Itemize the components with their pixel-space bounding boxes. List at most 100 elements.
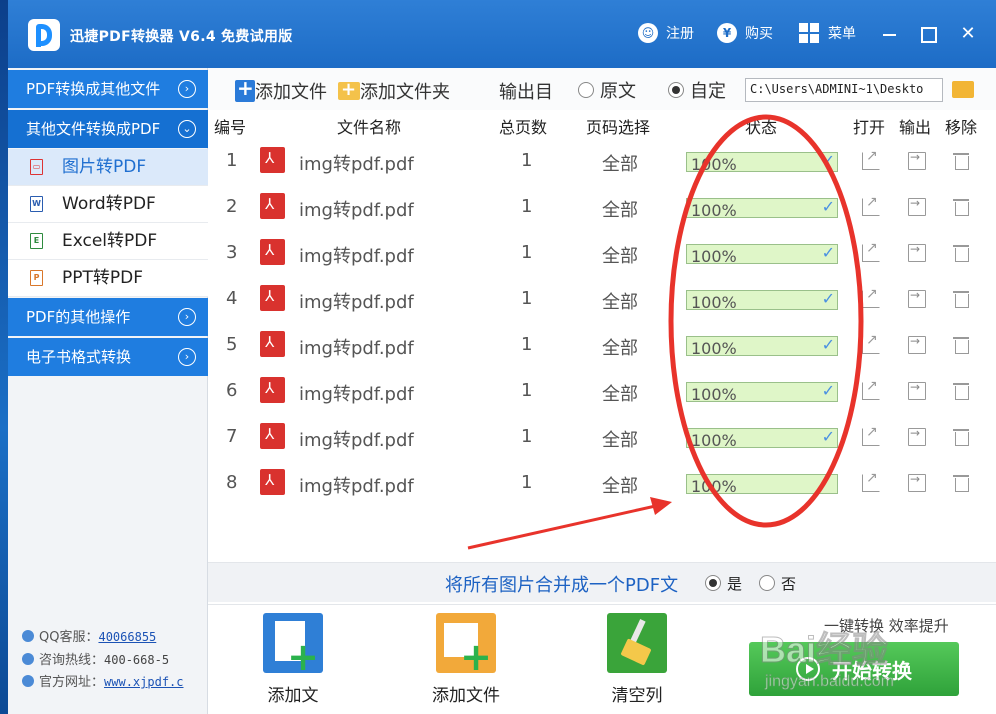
row-page-select[interactable]: 全部	[602, 334, 638, 360]
output-path-input[interactable]: C:\Users\ADMINI~1\Deskto	[745, 78, 943, 102]
row-page-select[interactable]: 全部	[602, 380, 638, 406]
merge-no-radio[interactable]: 否	[759, 573, 796, 594]
row-pages: 1	[521, 242, 533, 263]
qq-link[interactable]: 40066855	[98, 630, 156, 644]
app-logo-icon	[28, 19, 60, 51]
trash-icon[interactable]	[953, 474, 970, 492]
progress-text: 100%	[691, 201, 737, 220]
row-page-select[interactable]: 全部	[602, 288, 638, 314]
sidebar-category-ebook[interactable]: 电子书格式转换 ›	[8, 338, 208, 376]
open-file-icon[interactable]	[862, 194, 880, 216]
table-row[interactable]: 1 img转pdf.pdf 1 全部 100% ✓	[208, 138, 996, 184]
add-folder-big-button[interactable]: 添加文件	[426, 613, 506, 706]
row-pages: 1	[521, 380, 533, 401]
add-folder-big-icon	[436, 613, 496, 679]
clear-list-button[interactable]: 清空列	[604, 613, 670, 706]
add-file-icon	[235, 76, 255, 102]
row-pages: 1	[521, 334, 533, 355]
output-folder-icon[interactable]	[908, 242, 926, 262]
sidebar-item-ppt-to-pdf[interactable]: P PPT转PDF	[8, 260, 208, 297]
image-file-icon: ▭	[30, 159, 43, 175]
progress-bar: 100% ✓	[686, 289, 838, 312]
output-folder-icon[interactable]	[908, 380, 926, 400]
row-index: 5	[226, 334, 238, 355]
word-file-icon: W	[30, 196, 43, 212]
close-button[interactable]: ✕	[956, 22, 980, 46]
sidebar-category-other-to-pdf[interactable]: 其他文件转换成PDF ⌄	[8, 110, 208, 148]
contact-qq: QQ客服：40066855	[22, 626, 156, 645]
row-file-name: img转pdf.pdf	[299, 292, 414, 313]
row-file-name: img转pdf.pdf	[299, 246, 414, 267]
table-row[interactable]: 7 img转pdf.pdf 1 全部 100% ✓	[208, 414, 996, 460]
open-file-icon[interactable]	[862, 424, 880, 446]
open-file-icon[interactable]	[862, 332, 880, 354]
sidebar-category-pdf-other-ops[interactable]: PDF的其他操作 ›	[8, 298, 208, 336]
add-file-big-button[interactable]: 添加文	[258, 613, 328, 706]
open-file-icon[interactable]	[862, 148, 880, 170]
row-page-select[interactable]: 全部	[602, 472, 638, 498]
maximize-button[interactable]	[916, 22, 940, 46]
trash-icon[interactable]	[953, 198, 970, 216]
trash-icon[interactable]	[953, 336, 970, 354]
row-page-select[interactable]: 全部	[602, 426, 638, 452]
col-header-page-select: 页码选择	[586, 118, 651, 137]
trash-icon[interactable]	[953, 152, 970, 170]
register-button[interactable]: ☺ 注册	[638, 22, 694, 44]
trash-icon[interactable]	[953, 290, 970, 308]
output-folder-icon[interactable]	[908, 288, 926, 308]
output-folder-icon[interactable]	[908, 334, 926, 354]
sidebar-item-excel-to-pdf[interactable]: E Excel转PDF	[8, 223, 208, 260]
open-file-icon[interactable]	[862, 470, 880, 492]
output-folder-icon[interactable]	[908, 196, 926, 216]
table-row[interactable]: 5 img转pdf.pdf 1 全部 100% ✓	[208, 322, 996, 368]
table-row[interactable]: 4 img转pdf.pdf 1 全部 100% ✓	[208, 276, 996, 322]
add-folder-label: 添加文件夹	[360, 82, 450, 103]
sidebar-item-image-to-pdf[interactable]: ▭ 图片转PDF	[8, 149, 208, 186]
trash-icon[interactable]	[953, 244, 970, 262]
row-page-select[interactable]: 全部	[602, 196, 638, 222]
radio-button	[759, 575, 775, 591]
table-row[interactable]: 2 img转pdf.pdf 1 全部 100% ✓	[208, 184, 996, 230]
menu-button[interactable]: 菜单	[799, 22, 856, 44]
radio-original[interactable]: 原文	[578, 77, 636, 103]
table-row[interactable]: 6 img转pdf.pdf 1 全部 100% ✓	[208, 368, 996, 414]
contact-hotline: 咨询热线：400-668-5	[22, 649, 169, 668]
table-row[interactable]: 3 img转pdf.pdf 1 全部 100% ✓	[208, 230, 996, 276]
row-pages: 1	[521, 288, 533, 309]
radio-custom[interactable]: 自定	[668, 77, 726, 103]
row-page-select[interactable]: 全部	[602, 242, 638, 268]
output-folder-icon[interactable]	[908, 472, 926, 492]
sidebar-category-label: 其他文件转换成PDF	[26, 120, 161, 138]
sidebar-item-word-to-pdf[interactable]: W Word转PDF	[8, 186, 208, 223]
row-file-name: img转pdf.pdf	[299, 430, 414, 451]
trash-icon[interactable]	[953, 428, 970, 446]
progress-text: 100%	[691, 339, 737, 358]
output-folder-icon[interactable]	[908, 150, 926, 170]
output-folder-icon[interactable]	[908, 426, 926, 446]
add-file-button[interactable]: 添加文件	[235, 76, 327, 104]
trash-icon[interactable]	[953, 382, 970, 400]
pdf-file-icon	[260, 331, 285, 357]
buy-button[interactable]: ¥ 购买	[717, 22, 773, 44]
col-header-index: 编号	[214, 118, 247, 137]
minimize-button[interactable]	[878, 22, 902, 46]
progress-text: 100%	[691, 247, 737, 266]
open-file-icon[interactable]	[862, 378, 880, 400]
open-file-icon[interactable]	[862, 240, 880, 262]
add-folder-button[interactable]: 添加文件夹	[338, 78, 450, 104]
excel-file-icon: E	[30, 233, 43, 249]
row-page-select[interactable]: 全部	[602, 150, 638, 176]
browse-folder-icon[interactable]	[952, 81, 974, 98]
sidebar-item-label: Excel转PDF	[62, 231, 158, 251]
play-icon	[796, 657, 820, 681]
merge-yes-radio[interactable]: 是	[705, 573, 742, 594]
pdf-file-icon	[260, 377, 285, 403]
sidebar-category-pdf-to-other[interactable]: PDF转换成其他文件 ›	[8, 70, 208, 108]
person-icon: ☺	[638, 23, 658, 43]
open-file-icon[interactable]	[862, 286, 880, 308]
table-row[interactable]: 8 img转pdf.pdf 1 全部 100%	[208, 460, 996, 506]
progress-bar: 100% ✓	[686, 427, 838, 450]
website-link[interactable]: www.xjpdf.c	[104, 675, 183, 689]
start-convert-button[interactable]: 开始转换	[749, 642, 959, 696]
check-icon: ✓	[821, 335, 835, 354]
